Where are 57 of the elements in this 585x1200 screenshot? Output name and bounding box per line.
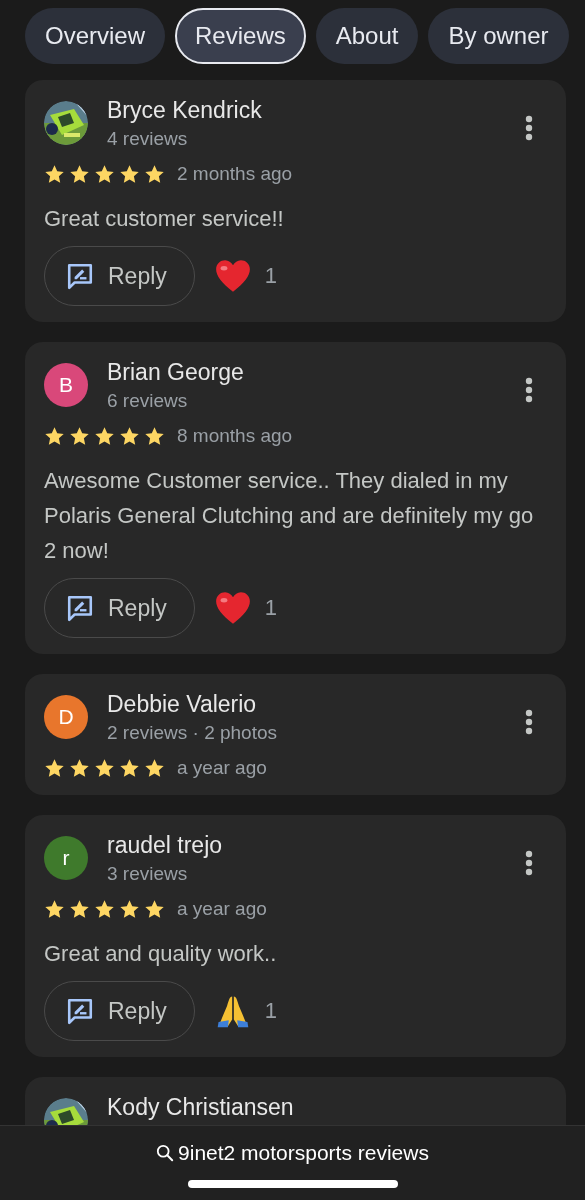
tab[interactable]: Reviews: [175, 8, 306, 64]
star-icon: [69, 898, 90, 920]
reviewer-name[interactable]: Bryce Kendrick: [107, 95, 525, 125]
reply-icon: [66, 594, 94, 622]
more-options-icon[interactable]: [525, 709, 533, 735]
more-options-icon[interactable]: [525, 115, 533, 141]
star-icon: [44, 425, 65, 447]
star-icon: [144, 163, 165, 185]
reply-icon: [66, 262, 94, 290]
reviewer-stats: 6 reviews: [107, 389, 189, 413]
avatar: B: [44, 363, 88, 407]
more-options-icon[interactable]: [525, 850, 533, 876]
avatar: D: [44, 695, 88, 739]
review-text: Awesome Customer service.. They dialed in my Polaris General Clutching and are definitely my go 2 now!: [44, 467, 535, 565]
star-icon: [119, 425, 140, 447]
tab[interactable]: About: [315, 8, 419, 64]
reviewer-stats: 3 reviews: [107, 862, 189, 886]
tab[interactable]: Overview: [25, 8, 166, 64]
avatar: r: [44, 836, 88, 880]
reply-icon: [66, 997, 94, 1025]
reviewer-name[interactable]: Debbie Valerio: [107, 689, 525, 719]
star-icon: [44, 757, 65, 779]
review-date: 8 months ago: [177, 425, 293, 447]
reviewer-stats: 2 reviews · 2 photos: [107, 721, 279, 745]
star-icon: [144, 757, 165, 779]
star-icon: [69, 163, 90, 185]
search-query[interactable]: 9inet2 motorsports reviews: [156, 1141, 429, 1165]
tab[interactable]: By owner: [428, 8, 569, 64]
star-icon: [69, 425, 90, 447]
review-text: Great and quality work..: [44, 940, 278, 968]
star-icon: [119, 898, 140, 920]
star-icon: [94, 898, 115, 920]
reviewer-name[interactable]: raudel trejo: [107, 830, 525, 860]
search-icon: [156, 1144, 175, 1162]
star-icon: [44, 898, 65, 920]
star-icon: [94, 163, 115, 185]
review-text: Great customer service!!: [44, 205, 285, 233]
reviewer-name[interactable]: Brian George: [107, 357, 525, 387]
star-icon: [94, 757, 115, 779]
more-options-icon[interactable]: [525, 377, 533, 403]
star-icon: [94, 425, 115, 447]
review-date: a year ago: [177, 898, 267, 920]
heart-icon[interactable]: [214, 591, 251, 625]
review-date: 2 months ago: [177, 163, 293, 185]
reviewer-stats: 4 reviews: [107, 127, 189, 151]
heart-icon[interactable]: [214, 259, 251, 293]
reaction-count: 1: [264, 263, 278, 289]
star-icon: [144, 425, 165, 447]
reviewer-name[interactable]: Kody Christiansen: [107, 1092, 547, 1122]
star-icon: [144, 898, 165, 920]
star-icon: [119, 757, 140, 779]
reaction-count: 1: [264, 595, 278, 621]
star-icon: [69, 757, 90, 779]
reaction-count: 1: [264, 998, 278, 1024]
star-icon: [44, 163, 65, 185]
star-icon: [119, 163, 140, 185]
review-date: a year ago: [177, 757, 267, 779]
